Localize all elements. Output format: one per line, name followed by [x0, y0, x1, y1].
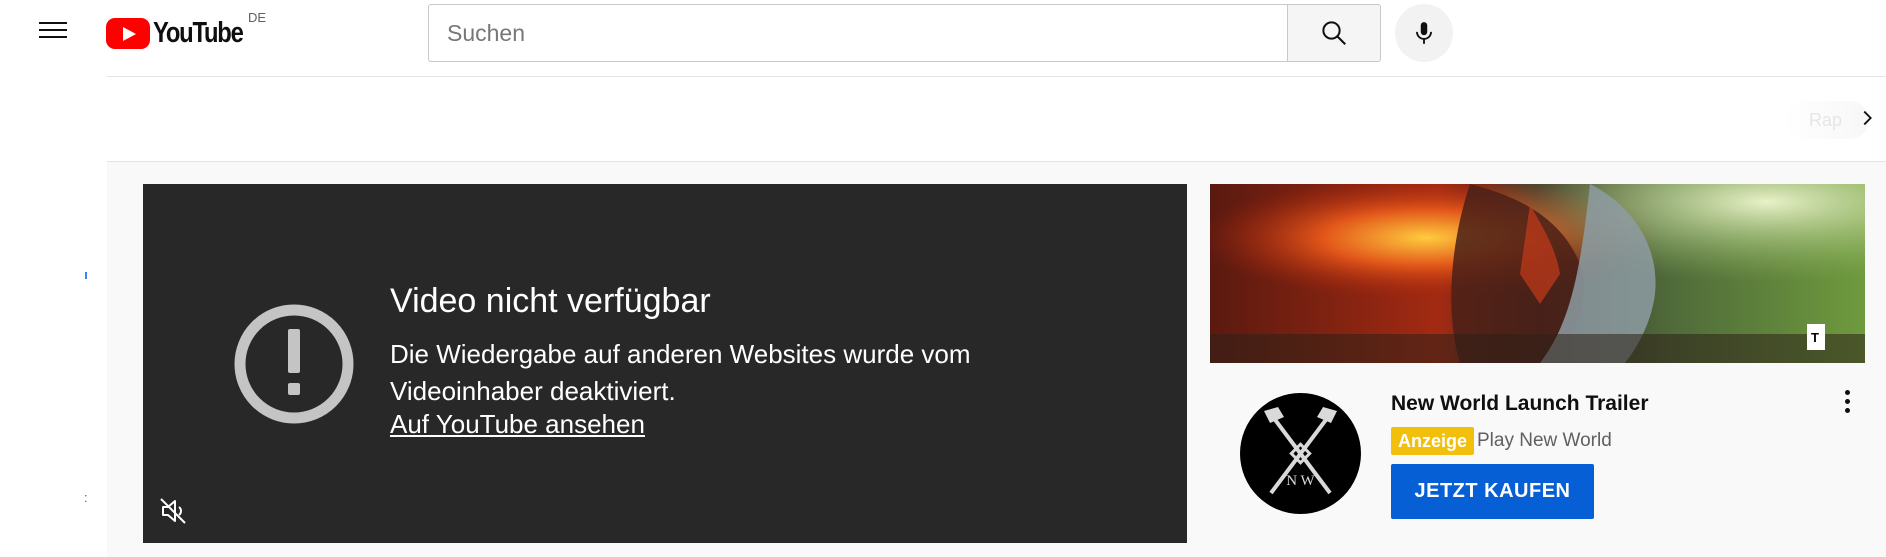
error-title: Video nicht verfügbar: [390, 282, 711, 320]
youtube-play-icon: [106, 17, 150, 49]
ad-title[interactable]: New World Launch Trailer: [1391, 392, 1649, 416]
voice-search-button[interactable]: [1395, 4, 1453, 62]
buy-now-button[interactable]: JETZT KAUFEN: [1391, 464, 1594, 519]
region-code: DE: [248, 10, 267, 25]
new-world-logo-icon: N W: [1240, 393, 1361, 514]
new-world-game-banner: T: [1210, 184, 1865, 363]
ad-badge: Anzeige: [1391, 427, 1475, 455]
watch-on-youtube-link[interactable]: Auf YouTube ansehen: [390, 409, 645, 440]
ad-channel-name: Play New World: [1477, 430, 1612, 451]
chips-next-button[interactable]: [1847, 98, 1886, 138]
sidebar-dots: :: [84, 490, 88, 505]
search-button[interactable]: [1287, 4, 1381, 62]
more-vertical-icon[interactable]: [1836, 386, 1858, 416]
search-input[interactable]: [429, 5, 1288, 61]
advertiser-avatar[interactable]: N W: [1240, 393, 1361, 514]
volume-muted-icon: [160, 498, 186, 524]
sidebar-indicator: [85, 272, 87, 279]
avatar-text: N W: [1286, 473, 1315, 489]
chips-bar: Rap: [107, 77, 1886, 162]
video-player[interactable]: Video nicht verfügbar Die Wiedergabe auf…: [143, 184, 1187, 543]
youtube-logo[interactable]: YouTube: [106, 16, 262, 50]
chevron-right-icon: [1863, 110, 1872, 126]
hamburger-menu-icon[interactable]: [36, 18, 67, 42]
search-icon: [1322, 21, 1346, 45]
error-message: Die Wiedergabe auf anderen Websites wurd…: [390, 339, 971, 406]
exclamation-circle-icon: [234, 304, 354, 424]
logo-text: YouTube: [153, 16, 244, 49]
mute-button[interactable]: [157, 495, 189, 527]
ad-banner-image[interactable]: T: [1210, 184, 1865, 363]
svg-text:T: T: [1811, 330, 1819, 345]
search-field[interactable]: [428, 4, 1288, 62]
chip-faded-label: Rap: [1809, 109, 1843, 130]
microphone-icon: [1416, 22, 1432, 44]
